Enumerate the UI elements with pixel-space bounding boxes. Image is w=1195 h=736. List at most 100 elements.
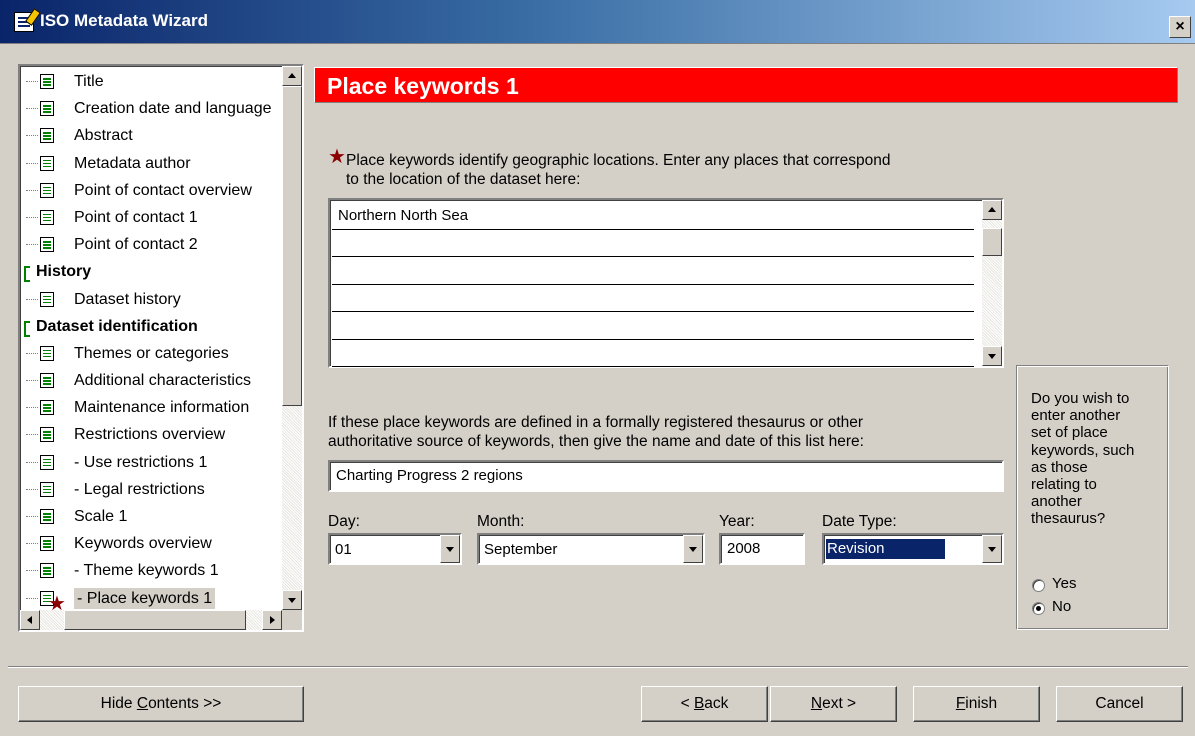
- day-select[interactable]: 01: [328, 533, 462, 565]
- day-label: Day:: [328, 513, 360, 530]
- yes-radio[interactable]: [1032, 579, 1045, 592]
- document-icon: [40, 182, 54, 198]
- keywords-vertical-scrollbar[interactable]: [982, 200, 1002, 366]
- tree-item-label: Title: [74, 73, 104, 90]
- hide-contents-accel: C: [136, 695, 149, 712]
- tree-item[interactable]: - Theme keywords 1: [22, 557, 280, 584]
- next-label-post: ext >: [822, 695, 857, 712]
- tree-item[interactable]: Abstract: [22, 122, 280, 149]
- hide-contents-button[interactable]: Hide Contents >>: [18, 686, 304, 722]
- another-keywords-groupbox: Do you wish to enter another set of place k…: [1016, 365, 1169, 630]
- cancel-button[interactable]: Cancel: [1056, 686, 1183, 722]
- chevron-down-icon[interactable]: [440, 535, 460, 563]
- keyword-line[interactable]: [332, 257, 974, 285]
- keyword-line[interactable]: [332, 230, 974, 257]
- tree-item[interactable]: Restrictions overview: [22, 421, 280, 448]
- tree-item-label: - Theme keywords 1: [74, 562, 219, 580]
- close-button[interactable]: ×: [1169, 16, 1191, 38]
- scroll-up-arrow-icon[interactable]: [282, 66, 302, 86]
- document-icon: [40, 481, 54, 497]
- document-icon: [40, 536, 54, 552]
- keywords-vscroll-thumb[interactable]: [982, 228, 1002, 256]
- tree-item-label: Creation date and language: [74, 100, 272, 118]
- tree-vscroll-thumb[interactable]: [282, 86, 302, 406]
- tree-item[interactable]: Point of contact overview: [22, 177, 280, 204]
- tree-horizontal-scrollbar[interactable]: [20, 610, 282, 630]
- next-button[interactable]: Next >: [770, 686, 897, 722]
- keywords-scroll-up-icon[interactable]: [982, 200, 1002, 220]
- tree-item-label: Additional characteristics: [74, 372, 251, 390]
- scroll-left-arrow-icon[interactable]: [20, 610, 40, 630]
- month-label: Month:: [477, 513, 525, 530]
- document-icon: [40, 128, 54, 144]
- tree-item[interactable]: - Use restrictions 1: [22, 449, 280, 476]
- document-icon: [40, 155, 54, 171]
- tree-item[interactable]: Maintenance information: [22, 394, 280, 421]
- finish-accel: F: [955, 695, 966, 712]
- no-label[interactable]: No: [1052, 598, 1071, 615]
- intro-text-line2: to the location of the dataset here:: [346, 171, 581, 188]
- keywords-scroll-down-icon[interactable]: [982, 346, 1002, 366]
- yes-label[interactable]: Yes: [1052, 575, 1076, 592]
- tree-vertical-scrollbar[interactable]: [282, 66, 302, 610]
- tree-group[interactable]: History: [22, 258, 280, 285]
- question-line: set of place: [1031, 424, 1108, 442]
- tree-item[interactable]: Keywords overview: [22, 530, 280, 557]
- keyword-line[interactable]: Northern North Sea: [332, 202, 974, 230]
- no-radio[interactable]: [1032, 602, 1045, 615]
- question-line: as those: [1031, 458, 1088, 476]
- tree-item[interactable]: Additional characteristics: [22, 367, 280, 394]
- tree-item[interactable]: - Place keywords 1 ★: [22, 585, 280, 612]
- tree-item[interactable]: - Legal restrictions: [22, 476, 280, 503]
- tree-item[interactable]: Point of contact 2: [22, 231, 280, 258]
- scroll-right-arrow-icon[interactable]: [262, 610, 282, 630]
- tree-item-label: Keywords overview: [74, 535, 212, 553]
- question-line: another: [1031, 493, 1082, 511]
- hide-contents-label-post: ontents >>: [148, 695, 222, 712]
- tree-item[interactable]: Themes or categories: [22, 340, 280, 367]
- question-line: keywords, such: [1031, 441, 1135, 459]
- tree-item[interactable]: Title: [22, 68, 280, 95]
- keyword-line[interactable]: [332, 340, 974, 367]
- place-keywords-textarea[interactable]: Northern North Sea: [328, 198, 1004, 368]
- cancel-label: Cancel: [1095, 695, 1144, 712]
- keyword-line[interactable]: [332, 312, 974, 340]
- keyword-line[interactable]: [332, 285, 974, 312]
- tree-item-label: Dataset identification: [36, 317, 198, 335]
- scroll-down-arrow-icon[interactable]: [282, 590, 302, 610]
- question-line: relating to: [1031, 476, 1097, 494]
- document-icon: [40, 454, 54, 470]
- tree-item[interactable]: Creation date and language: [22, 95, 280, 122]
- document-icon: [40, 373, 54, 389]
- thesaurus-text-line1: If these place keywords are defined in a…: [328, 414, 864, 431]
- month-value: September: [484, 541, 558, 558]
- tree-item[interactable]: Metadata author: [22, 150, 280, 177]
- chevron-down-icon[interactable]: [683, 535, 703, 563]
- hide-contents-label-pre: Hide: [100, 695, 137, 712]
- tree-item[interactable]: Scale 1: [22, 503, 280, 530]
- finish-button[interactable]: Finish: [913, 686, 1040, 722]
- month-select[interactable]: September: [477, 533, 705, 565]
- tree-item-label: Abstract: [74, 127, 133, 145]
- another-keywords-question: Do you wish to enter another set of place k…: [1031, 390, 1134, 528]
- back-button[interactable]: < Back: [641, 686, 768, 722]
- tree-item[interactable]: Dataset history: [22, 286, 280, 313]
- chevron-down-icon[interactable]: [982, 535, 1002, 563]
- document-icon: [40, 345, 54, 361]
- date-type-select[interactable]: Revision: [822, 533, 1004, 565]
- tree-item-label: Dataset history: [74, 290, 181, 308]
- thesaurus-text-line2: authoritative source of keywords, then g…: [328, 433, 864, 450]
- tree-item-label: - Place keywords 1: [74, 587, 216, 609]
- scrollbar-corner: [282, 610, 302, 630]
- tree-hscroll-thumb[interactable]: [64, 610, 246, 630]
- year-input[interactable]: 2008: [719, 533, 805, 565]
- thesaurus-name-input[interactable]: Charting Progress 2 regions: [328, 460, 1004, 492]
- tree-item-label: Point of contact 2: [74, 236, 198, 254]
- back-label-pre: <: [680, 695, 694, 712]
- question-line: enter another: [1031, 407, 1121, 425]
- tree-item-label: - Use restrictions 1: [74, 453, 208, 471]
- tree-item[interactable]: Point of contact 1: [22, 204, 280, 231]
- tree-item-label: Scale 1: [74, 508, 128, 525]
- tree-item-label: Metadata author: [74, 154, 191, 172]
- tree-group[interactable]: Dataset identification: [22, 313, 280, 340]
